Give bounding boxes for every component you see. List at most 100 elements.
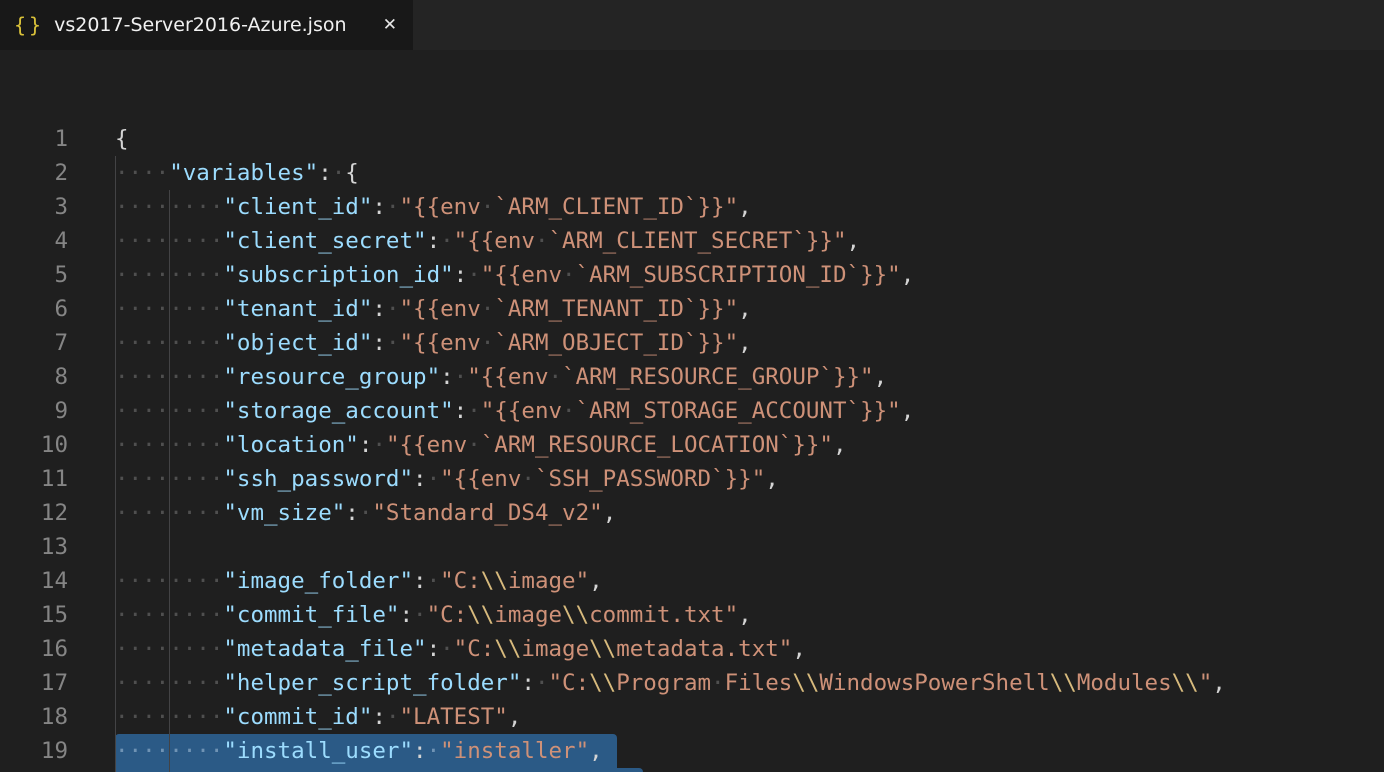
- line-content: ········"install_user":·"installer",: [115, 734, 1384, 768]
- token-punctuation: :·: [440, 364, 467, 390]
- code-line-17[interactable]: 17········"helper_script_folder":·"C:\\P…: [0, 666, 1384, 700]
- line-number[interactable]: 18: [0, 700, 68, 734]
- line-number[interactable]: 20: [0, 768, 68, 772]
- code-line-15[interactable]: 15········"commit_file":·"C:\\image\\com…: [0, 598, 1384, 632]
- line-number[interactable]: 17: [0, 666, 68, 700]
- whitespace-dot: ·: [427, 568, 441, 594]
- whitespace-dot: ·: [115, 364, 129, 390]
- whitespace-dot: ·: [115, 670, 129, 696]
- whitespace-dot: ·: [169, 398, 183, 424]
- code-line-12[interactable]: 12········"vm_size":·"Standard_DS4_v2",: [0, 496, 1384, 530]
- code-line-4[interactable]: 4········"client_secret":·"{{env·`ARM_CL…: [0, 224, 1384, 258]
- code-editor[interactable]: 1{2····"variables":·{3········"client_id…: [0, 50, 1384, 772]
- indent-guide: [115, 462, 116, 496]
- code-line-16[interactable]: 16 ········"metadata_file":·"C:\\image\\m…: [0, 632, 1384, 666]
- whitespace-dot: ·: [169, 194, 183, 220]
- whitespace-dot: ·: [115, 704, 129, 730]
- code-line-19[interactable]: 19 ········"install_user":·"installer",: [0, 734, 1384, 768]
- whitespace-dot: ·: [129, 636, 143, 662]
- line-number[interactable]: 12: [0, 496, 68, 530]
- whitespace-dot: ·: [115, 296, 129, 322]
- line-number[interactable]: 2: [0, 156, 68, 190]
- line-number[interactable]: 1: [0, 122, 68, 156]
- token-punctuation: :·: [345, 500, 372, 526]
- whitespace-dot: ·: [210, 262, 224, 288]
- code-line-2[interactable]: 2····"variables":·{: [0, 156, 1384, 190]
- code-text: ········"client_secret":·"{{env·`ARM_CLI…: [115, 224, 860, 258]
- line-number[interactable]: 11: [0, 462, 68, 496]
- whitespace-dot: ·: [129, 670, 143, 696]
- selected-text: ········"install_password":·"P@ssw0rd1": [115, 768, 643, 772]
- whitespace-dot: ·: [196, 330, 210, 356]
- token-string: "{{env·`ARM_SUBSCRIPTION_ID`}}": [481, 262, 901, 288]
- token-string: "C:\\image\\metadata.txt": [454, 636, 793, 662]
- tab-vs2017-server2016-azure-json[interactable]: {} vs2017-Server2016-Azure.json ✕: [0, 0, 413, 50]
- whitespace-dot: ·: [481, 194, 495, 220]
- whitespace-dot: ·: [129, 432, 143, 458]
- whitespace-dot: ·: [129, 194, 143, 220]
- line-number[interactable]: 10: [0, 428, 68, 462]
- whitespace-dot: ·: [142, 330, 156, 356]
- indent-guide: [169, 564, 170, 598]
- indent-guide: [115, 768, 116, 772]
- indent-guide: [115, 632, 116, 666]
- whitespace-dot: ·: [129, 602, 143, 628]
- line-number[interactable]: 14: [0, 564, 68, 598]
- selected-text: ········"install_user":·"installer",: [115, 734, 617, 768]
- code-text: ········"commit_id":·"LATEST",: [115, 700, 521, 734]
- code-text: ········"tenant_id":·"{{env·`ARM_TENANT_…: [115, 292, 752, 326]
- whitespace-dot: ·: [169, 228, 183, 254]
- whitespace-dot: ·: [210, 466, 224, 492]
- code-line-13[interactable]: 13: [0, 530, 1384, 564]
- code-line-1[interactable]: 1{: [0, 122, 1384, 156]
- code-text: ········"ssh_password":·"{{env·`SSH_PASS…: [115, 462, 779, 496]
- code-line-9[interactable]: 9········"storage_account":·"{{env·`ARM_…: [0, 394, 1384, 428]
- code-line-5[interactable]: 5········"subscription_id":·"{{env·`ARM_…: [0, 258, 1384, 292]
- indent-guide: [169, 326, 170, 360]
- code-line-11[interactable]: 11 ········"ssh_password":·"{{env·`SSH_PA…: [0, 462, 1384, 496]
- whitespace-dot: ·: [142, 466, 156, 492]
- line-number[interactable]: 5: [0, 258, 68, 292]
- indent-guide: [115, 496, 116, 530]
- line-number[interactable]: 16: [0, 632, 68, 666]
- line-number[interactable]: 3: [0, 190, 68, 224]
- whitespace-dot: ·: [210, 636, 224, 662]
- line-content: ········"storage_account":·"{{env·`ARM_S…: [115, 394, 1384, 428]
- indent-guide: [115, 292, 116, 326]
- code-line-3[interactable]: 3········"client_id":·"{{env·`ARM_CLIENT…: [0, 190, 1384, 224]
- whitespace-dot: ·: [156, 262, 170, 288]
- line-number[interactable]: 15: [0, 598, 68, 632]
- whitespace-dot: ·: [169, 670, 183, 696]
- tab-close-icon[interactable]: ✕: [383, 15, 397, 35]
- code-line-14[interactable]: 14········"image_folder":·"C:\\image",: [0, 564, 1384, 598]
- whitespace-dot: ·: [115, 160, 129, 186]
- token-punctuation: ,: [508, 704, 522, 730]
- code-line-10[interactable]: 10········"location":·"{{env·`ARM_RESOUR…: [0, 428, 1384, 462]
- code-line-7[interactable]: 7········"object_id":·"{{env·`ARM_OBJECT…: [0, 326, 1384, 360]
- whitespace-dot: ·: [535, 228, 549, 254]
- whitespace-dot: ·: [196, 636, 210, 662]
- escape-sequence: \\: [494, 636, 521, 662]
- line-number[interactable]: 19: [0, 734, 68, 768]
- whitespace-dot: ·: [210, 670, 224, 696]
- code-line-18[interactable]: 18 ········"commit_id":·"LATEST",: [0, 700, 1384, 734]
- whitespace-dot: ·: [210, 330, 224, 356]
- whitespace-dot: ·: [210, 398, 224, 424]
- code-line-8[interactable]: 8········"resource_group":·"{{env·`ARM_R…: [0, 360, 1384, 394]
- line-number[interactable]: 8: [0, 360, 68, 394]
- line-number[interactable]: 6: [0, 292, 68, 326]
- line-number[interactable]: 7: [0, 326, 68, 360]
- whitespace-dot: ·: [115, 636, 129, 662]
- whitespace-dot: ·: [183, 296, 197, 322]
- code-line-20[interactable]: 20 ········"install_password":·"P@ssw0rd1…: [0, 768, 1384, 772]
- whitespace-dot: ·: [562, 398, 576, 424]
- whitespace-dot: ·: [156, 568, 170, 594]
- code-line-6[interactable]: 6········"tenant_id":·"{{env·`ARM_TENANT…: [0, 292, 1384, 326]
- whitespace-dot: ·: [115, 500, 129, 526]
- line-number[interactable]: 9: [0, 394, 68, 428]
- code-text: ········"metadata_file":·"C:\\image\\met…: [115, 632, 806, 666]
- whitespace-dot: ·: [183, 670, 197, 696]
- line-number[interactable]: 4: [0, 224, 68, 258]
- line-number[interactable]: 13: [0, 530, 68, 564]
- whitespace-dot: ·: [156, 466, 170, 492]
